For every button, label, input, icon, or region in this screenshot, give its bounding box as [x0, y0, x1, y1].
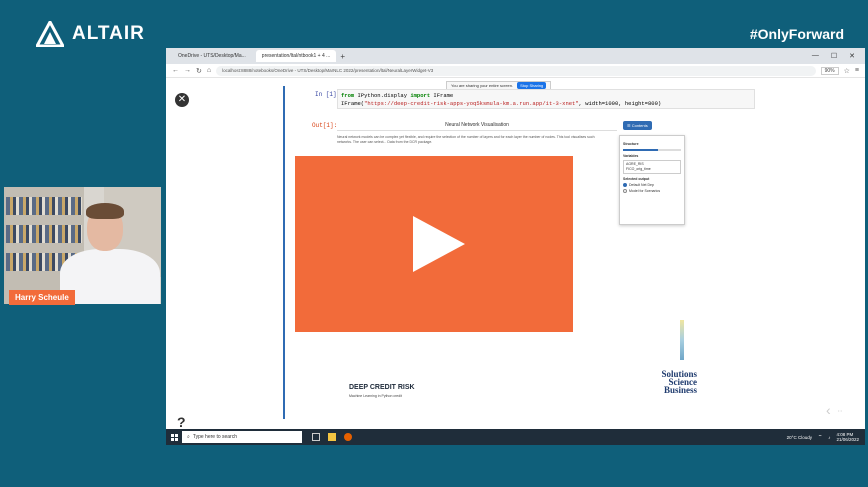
structure-slider[interactable]	[623, 149, 681, 151]
option-radio-2[interactable]: Model for Scenarios	[623, 189, 681, 193]
page-viewport: ✕ You are sharing your entire screen. St…	[166, 78, 865, 430]
clock[interactable]: 4:08 PM 21/06/2022	[836, 432, 859, 442]
new-tab-icon[interactable]: +	[340, 52, 345, 61]
home-icon[interactable]: ⌂	[207, 67, 211, 74]
menu-icon[interactable]: ≡	[855, 67, 859, 74]
bookmark-icon[interactable]: ☆	[844, 67, 850, 75]
altair-triangle-icon	[36, 21, 64, 47]
tagline: #OnlyForward	[749, 26, 844, 42]
variables-label: Variables	[623, 154, 639, 158]
volume-icon[interactable]: ♪	[828, 435, 830, 440]
option-radio-1[interactable]: Default Net Dep	[623, 183, 681, 187]
presenter-name-tag: Harry Scheule	[9, 290, 75, 305]
output-label: Selected output	[623, 177, 650, 181]
zoom-level[interactable]: 90%	[820, 66, 839, 75]
close-icon[interactable]: ✕	[175, 93, 189, 107]
window-controls: — ☐ ✕	[812, 52, 865, 60]
weather-status[interactable]: 20°C Cloudy	[787, 435, 812, 440]
reload-icon[interactable]: ↻	[196, 67, 202, 75]
windows-taskbar: ⌕ Type here to search 20°C Cloudy ⌔ ♪ 4:…	[166, 429, 865, 445]
maximize-icon[interactable]: ☐	[831, 52, 837, 60]
app-description: Neural network models can be complex yet…	[337, 135, 595, 144]
browser-tabbar: OneDrive - UTS/Desktop/Ma... presentatio…	[166, 48, 865, 64]
control-panel: Structure Variables AGRE_RIS FICO_orig_t…	[619, 135, 685, 225]
output-prompt: Out[1]:	[312, 122, 338, 129]
search-icon: ⌕	[187, 434, 190, 440]
altair-logo: ALTAIR	[36, 20, 145, 48]
variables-select[interactable]: AGRE_RIS FICO_orig_time	[623, 160, 681, 174]
windows-start-icon[interactable]	[166, 429, 182, 445]
file-explorer-icon[interactable]	[328, 433, 336, 441]
forward-icon[interactable]: →	[184, 67, 191, 74]
network-icon[interactable]: ⌔	[818, 434, 822, 440]
help-icon[interactable]: ?	[177, 414, 186, 430]
browser-tab[interactable]: OneDrive - UTS/Desktop/Ma...	[172, 50, 252, 62]
close-window-icon[interactable]: ✕	[849, 52, 855, 60]
presenter-webcam	[4, 187, 161, 304]
play-icon	[413, 216, 465, 272]
system-tray: 20°C Cloudy ⌔ ♪ 4:08 PM 21/06/2022	[787, 432, 865, 442]
presenter-body	[60, 249, 160, 304]
slide-dots: • •	[838, 408, 842, 413]
color-scale	[680, 320, 684, 360]
firefox-icon[interactable]	[344, 433, 352, 441]
solutions-science-business-logo: Solutions Science Business	[661, 369, 697, 395]
taskbar-apps	[312, 433, 352, 441]
taskbar-search[interactable]: ⌕ Type here to search	[182, 431, 302, 443]
structure-label: Structure	[623, 142, 639, 146]
task-view-icon[interactable]	[312, 433, 320, 441]
brand-name: ALTAIR	[72, 23, 145, 44]
minimize-icon[interactable]: —	[812, 52, 819, 60]
previous-arrow-icon[interactable]: ‹	[826, 402, 831, 418]
presenter-hair	[86, 203, 124, 219]
shared-screen: OneDrive - UTS/Desktop/Ma... presentatio…	[166, 48, 865, 445]
contents-button[interactable]: ☰ Contents	[623, 121, 652, 130]
video-play-button[interactable]	[295, 156, 573, 332]
back-icon[interactable]: ←	[172, 67, 179, 74]
browser-tab-active[interactable]: presentation/ltal/ntbook1 + 4 ...	[255, 50, 337, 62]
code-cell[interactable]: from IPython.display import IFrame IFram…	[337, 89, 755, 109]
address-bar: ← → ↻ ⌂ localhost:8888/notebooks/OneDriv…	[166, 64, 865, 78]
deep-credit-risk-title: DEEP CREDIT RISK	[349, 384, 415, 391]
deep-credit-risk-subtitle: Machine Learning in Python credit	[349, 394, 402, 398]
app-title: Neural Network Visualisation	[337, 120, 617, 131]
next-arrow-icon[interactable]: ›	[850, 402, 855, 418]
url-field[interactable]: localhost:8888/notebooks/OneDrive - UTS/…	[216, 65, 816, 76]
